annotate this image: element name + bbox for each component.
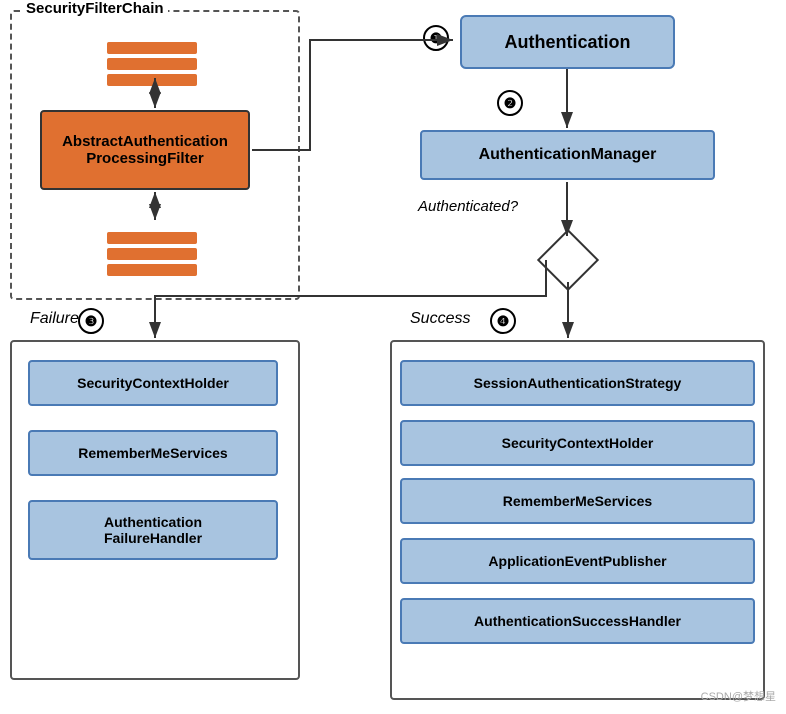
failure-comp-remember-me-services: RememberMeServices [28,430,278,476]
failure-comp-auth-failure-handler: AuthenticationFailureHandler [28,500,278,560]
abstract-auth-processing-filter-box: AbstractAuthenticationProcessingFilter [40,110,250,190]
authentication-label: Authentication [505,32,631,53]
diagram-container: SecurityFilterChain AbstractAuthenticati… [0,0,786,714]
badge-4: ❹ [490,308,516,334]
failure-comp-security-context-holder: SecurityContextHolder [28,360,278,406]
orange-stack-top [107,42,197,86]
failure-text: Failure [30,310,79,327]
success-comp-security-context-holder: SecurityContextHolder [400,420,755,466]
failure-label: Failure [30,310,79,328]
authentication-manager-label: AuthenticationManager [479,146,657,164]
badge-3: ❸ [78,308,104,334]
orange-bar-2 [107,58,197,70]
orange-bar-4 [107,232,197,244]
success-comp-session-auth-strategy: SessionAuthenticationStrategy [400,360,755,406]
decision-diamond [537,229,599,291]
orange-stack-bottom [107,232,197,276]
success-label: Success [410,310,470,328]
orange-bar-5 [107,248,197,260]
watermark: CSDN@梦想星 [701,688,776,704]
security-filter-chain-label: SecurityFilterChain [22,0,168,17]
abstract-auth-processing-filter-label: AbstractAuthenticationProcessingFilter [62,133,228,167]
authentication-box: Authentication [460,15,675,69]
success-comp-remember-me-services: RememberMeServices [400,478,755,524]
badge-2: ❷ [497,90,523,116]
success-comp-auth-success-handler: AuthenticationSuccessHandler [400,598,755,644]
orange-bar-6 [107,264,197,276]
success-comp-app-event-publisher: ApplicationEventPublisher [400,538,755,584]
orange-bar-3 [107,74,197,86]
authenticated-label: Authenticated? [418,198,518,215]
orange-bar-1 [107,42,197,54]
authentication-manager-box: AuthenticationManager [420,130,715,180]
success-text: Success [410,310,470,327]
badge-1: ❶ [423,25,449,51]
